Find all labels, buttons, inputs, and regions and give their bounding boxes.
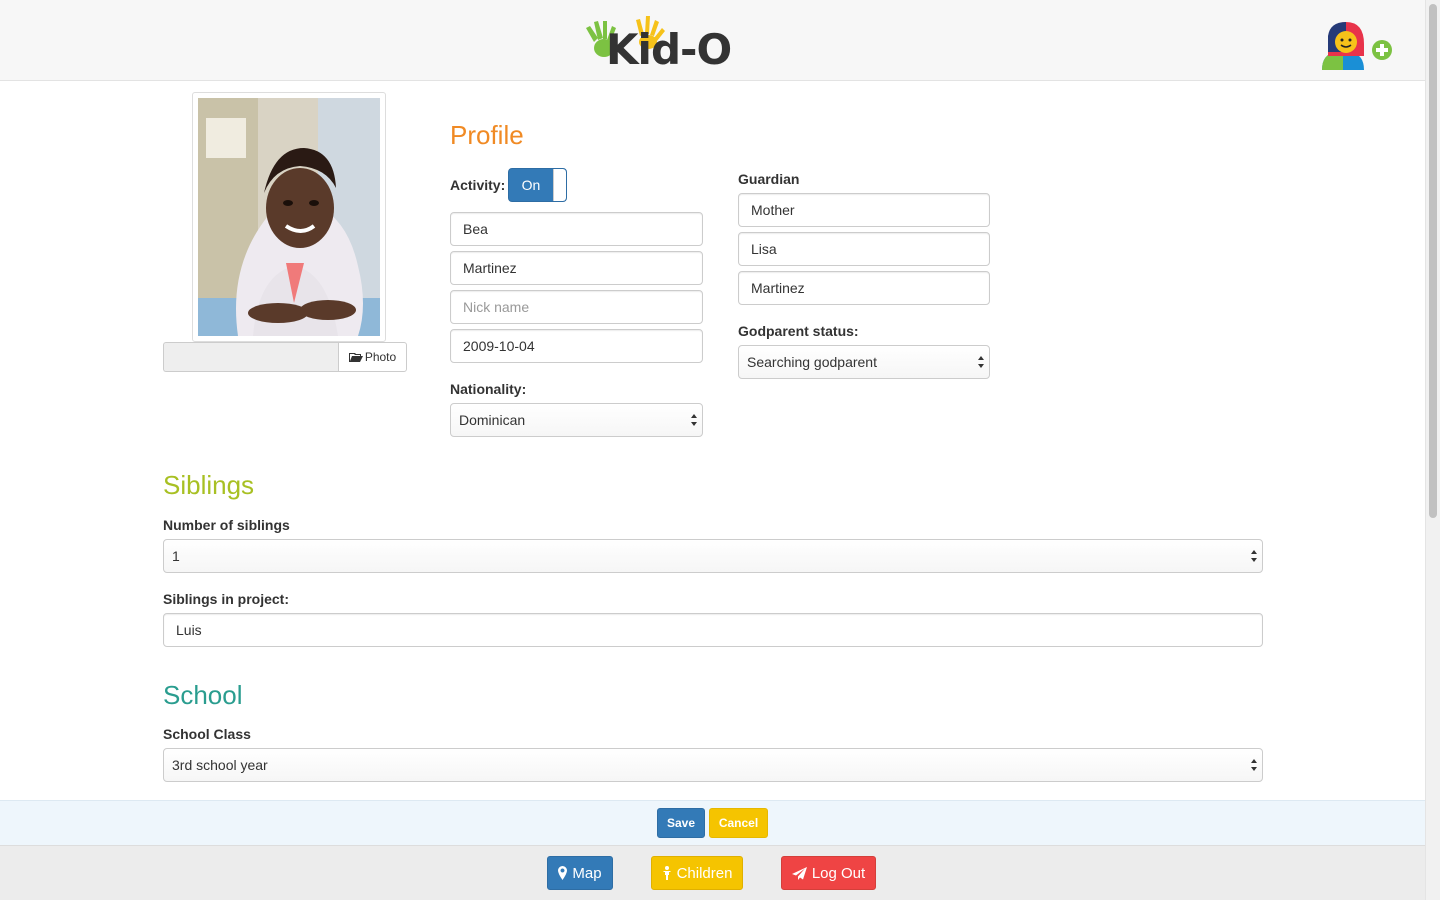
profile-heading: Profile — [450, 120, 524, 150]
add-child-button[interactable] — [1318, 18, 1396, 74]
nick-name-input[interactable]: Nick name — [450, 290, 703, 324]
activity-toggle-label: On — [521, 177, 541, 193]
siblings-in-project-input[interactable]: Luis — [163, 613, 1263, 647]
school-class-value: 3rd school year — [172, 757, 268, 773]
child-photo-frame — [192, 92, 386, 342]
add-user-icon — [1322, 22, 1392, 70]
last-name-input[interactable]: Martinez — [450, 251, 703, 285]
guardian-label: Guardian — [738, 171, 800, 187]
cancel-button[interactable]: Cancel — [709, 808, 768, 838]
school-class-label: School Class — [163, 726, 251, 742]
logout-button-label: Log Out — [811, 864, 866, 882]
godparent-status-select[interactable]: Searching godparent — [738, 345, 990, 379]
top-bar: Kid-O — [0, 0, 1425, 81]
map-button[interactable]: Map — [547, 856, 613, 890]
birth-date-input[interactable]: 2009-10-04 — [450, 329, 703, 363]
kid-o-logo[interactable]: Kid-O — [584, 12, 744, 76]
siblings-in-project-label: Siblings in project: — [163, 591, 290, 607]
select-arrows-icon — [1251, 550, 1257, 562]
nationality-select[interactable]: Dominican — [450, 403, 703, 437]
vertical-scrollbar[interactable] — [1425, 0, 1440, 900]
child-photo — [198, 98, 380, 336]
guardian-relation-input[interactable]: Mother — [738, 193, 990, 227]
godparent-status-label: Godparent status: — [738, 323, 859, 339]
activity-label: Activity: — [450, 177, 506, 193]
logo-text: Kid-O — [606, 25, 732, 74]
guardian-first-name-input[interactable]: Lisa — [738, 232, 990, 266]
children-button-label: Children — [676, 864, 733, 882]
photo-upload-group: Photo — [163, 342, 407, 372]
number-of-siblings-value: 1 — [172, 548, 180, 564]
school-heading: School — [163, 680, 243, 710]
godparent-status-value: Searching godparent — [747, 354, 877, 370]
map-marker-icon — [558, 866, 568, 880]
paper-plane-icon — [791, 866, 807, 880]
photo-path-field[interactable] — [163, 342, 339, 372]
nationality-value: Dominican — [459, 412, 526, 428]
logout-button[interactable]: Log Out — [781, 856, 876, 890]
nationality-label: Nationality: — [450, 381, 527, 397]
child-icon — [662, 866, 671, 880]
scrollbar-thumb[interactable] — [1429, 4, 1437, 518]
save-button[interactable]: Save — [657, 808, 705, 838]
guardian-last-name-input[interactable]: Martinez — [738, 271, 990, 305]
siblings-heading: Siblings — [163, 470, 255, 500]
activity-toggle[interactable]: On — [508, 168, 567, 202]
photo-upload-button[interactable]: Photo — [338, 342, 407, 372]
school-class-select[interactable]: 3rd school year — [163, 748, 1263, 782]
select-arrows-icon — [1251, 759, 1257, 771]
select-arrows-icon — [978, 356, 984, 368]
toggle-knob — [553, 169, 566, 201]
first-name-input[interactable]: Bea — [450, 212, 703, 246]
select-arrows-icon — [691, 414, 697, 426]
folder-open-icon — [348, 353, 363, 362]
children-button[interactable]: Children — [651, 856, 743, 890]
number-of-siblings-label: Number of siblings — [163, 517, 290, 533]
map-button-label: Map — [572, 864, 602, 882]
photo-upload-label: Photo — [364, 350, 397, 364]
number-of-siblings-select[interactable]: 1 — [163, 539, 1263, 573]
